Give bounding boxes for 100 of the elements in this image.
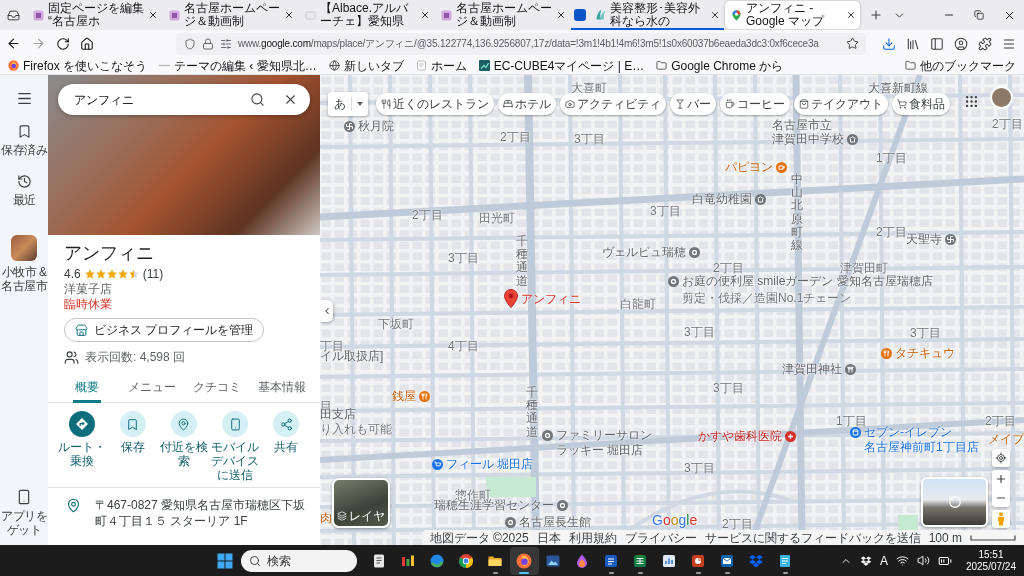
close-tab-icon[interactable] [710,9,720,20]
ime-indicator[interactable]: A [879,551,888,570]
browser-tab[interactable]: 固定ページを編集 “名古屋ホ [27,1,162,29]
route-button[interactable] [68,411,95,437]
bookmark-item[interactable]: Firefox を使いこなそう [8,57,147,74]
clinic-marker-icon[interactable] [785,430,796,442]
place-marker-icon[interactable] [689,246,700,258]
get-app-item[interactable]: アプリをゲット [0,489,48,537]
school-marker-icon[interactable] [847,133,858,145]
location-pin-icon[interactable] [504,289,518,308]
attribution-link[interactable]: 利用規約 [568,530,617,545]
place-marker-icon[interactable] [668,275,679,287]
address-bar[interactable]: www.google.com/maps/place/アンフィニ/@35.122774,136.9256807,17z/data=!3m1!4b1!4m6!3m5!1s0x60037b6eaeda3dc3:0xf6cece3a [176,32,866,55]
lock-icon[interactable] [202,37,214,50]
category-chip[interactable]: ホテル [498,93,556,115]
clock-time[interactable]: 15:51 [978,548,1004,561]
restore-icon[interactable] [974,10,984,20]
close-icon[interactable] [283,92,298,107]
nearby-search-button[interactable] [171,411,197,437]
speaker-icon[interactable] [916,554,930,567]
category-chip[interactable]: コーヒー [720,93,790,115]
street-view-thumbnail[interactable] [921,477,988,527]
diamonds-icon[interactable] [859,554,872,567]
place-marker-icon[interactable] [557,499,568,511]
category-chip[interactable]: テイクアウト [794,93,888,115]
download-icon[interactable] [882,36,896,51]
category-chip[interactable]: アクティビティ [560,93,666,115]
account-icon[interactable] [954,36,968,51]
temple-marker-icon[interactable] [945,233,956,245]
close-tab-icon[interactable] [420,10,430,20]
my-location-button[interactable] [992,449,1010,467]
search-bar[interactable]: 検索 [240,549,357,572]
browser-tab[interactable]: 【Albace.アルバーチェ】愛知県 [299,1,434,29]
taskbar-button[interactable] [509,546,539,575]
category-chip[interactable]: 近くのレストラン [376,93,494,115]
close-tab-icon[interactable] [148,10,158,20]
saved-item[interactable]: 保存済み [0,124,48,157]
puzzle-icon[interactable] [978,36,992,51]
shield-icon[interactable] [184,37,196,50]
reload-icon[interactable] [56,36,70,51]
recent-area-item[interactable]: 小牧市 & 名古屋市 [0,235,48,293]
plus-icon[interactable] [995,473,1007,486]
panel-tab[interactable]: メニュー [125,373,178,403]
search-icon[interactable] [250,92,265,107]
cup-marker-icon[interactable] [776,161,787,173]
bookmark-folder[interactable]: 他のブックマーク [905,57,1016,74]
browser-tab[interactable]: 名古屋ホームページ＆動画制 [163,1,298,29]
temple-marker-icon[interactable] [344,120,355,132]
browser-tab[interactable]: 美容整形･美容外科なら水の [589,0,724,29]
bookmark-item[interactable]: EC-CUBE4マイページ | E… [478,57,645,74]
plus-icon[interactable] [869,8,883,22]
category-chip[interactable]: 食料品 [892,93,950,115]
tab-group-icon[interactable] [574,8,586,21]
books-icon[interactable] [906,36,920,51]
place-marker-icon[interactable] [542,429,553,441]
place-marker-icon[interactable] [505,516,516,528]
search-input[interactable]: 検索 [266,551,349,570]
close-tab-icon[interactable] [556,10,566,20]
search-input[interactable]: アンフィニ [74,90,250,109]
bookmark-item[interactable]: 新しいタブ [328,57,404,74]
save-button[interactable] [119,411,146,437]
tray-icon[interactable] [7,8,20,22]
panel-tab[interactable]: クチコミ [190,373,243,403]
fork-knife-marker-icon[interactable] [419,390,430,402]
attribution-link[interactable]: プライバシー [624,530,697,545]
attribution-link[interactable]: サービスに関するフィードバックを送信 [704,530,921,545]
close-tab-icon[interactable] [284,10,294,20]
clock-date[interactable]: 2025/07/24 [965,560,1016,573]
bookmark-item[interactable]: ホーム [415,57,467,74]
panel-tab[interactable]: 概要 [72,373,101,403]
fork-knife-marker-icon[interactable] [881,347,892,359]
school-marker-icon[interactable] [755,193,766,205]
place-category[interactable]: 洋菓子店 [64,282,112,297]
store-marker-icon[interactable] [850,426,861,438]
share-button[interactable] [273,411,300,437]
search-bar[interactable]: アンフィニ [58,84,310,115]
shrine-marker-icon[interactable] [845,363,856,375]
back-icon[interactable] [6,36,21,51]
send-to-phone-button[interactable] [222,411,249,437]
sidebar-icon[interactable] [930,36,944,51]
layers-button[interactable]: レイヤ [332,478,390,528]
browser-tab[interactable]: 名古屋ホームページ＆動画制 [435,1,570,29]
attribution-link[interactable]: 日本 [536,530,561,545]
bookmark-item[interactable]: テーマの編集 ‹ 愛知県北… [159,57,317,74]
four-squares-icon[interactable] [216,552,233,569]
sliders-icon[interactable] [220,37,232,50]
apps-icon[interactable] [964,94,979,109]
wifi-icon[interactable] [895,554,909,567]
cart-marker-icon[interactable] [432,458,443,470]
home-icon[interactable] [80,36,94,51]
star-icon[interactable] [846,37,859,50]
browser-tab[interactable]: アンフィニ - Google マップ [725,1,860,29]
panel-tab[interactable]: 基本情報 [255,373,308,403]
review-count[interactable]: (11) [142,265,164,283]
recent-item[interactable]: 最近 [0,174,48,207]
category-chip[interactable]: バー [670,93,716,115]
close-tab-icon[interactable] [846,10,856,20]
input-tools-button[interactable]: あ [328,92,368,116]
bookmark-item[interactable]: Google Chrome から [656,57,784,74]
menu-icon[interactable] [15,90,33,107]
